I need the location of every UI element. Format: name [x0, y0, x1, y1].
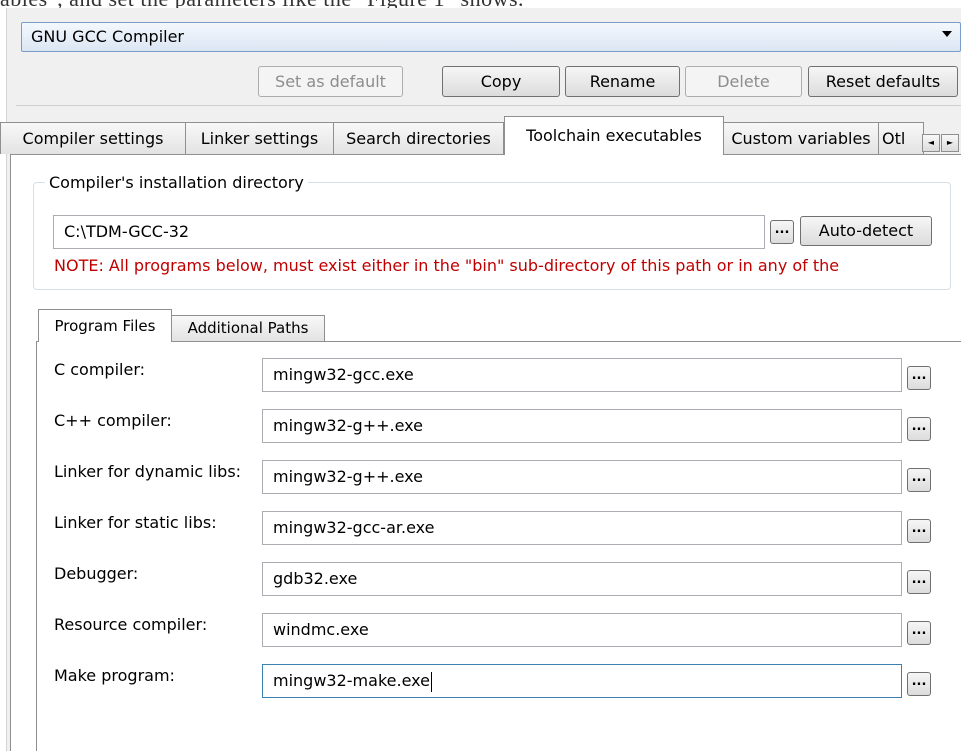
auto-detect-button[interactable]: Auto-detect [800, 216, 932, 246]
copy-button[interactable]: Copy [442, 66, 560, 97]
cpp-compiler-input[interactable]: mingw32-g++.exe [262, 409, 902, 443]
reset-defaults-button[interactable]: Reset defaults [808, 66, 958, 97]
delete-button[interactable]: Delete [685, 66, 802, 97]
tab-program-files[interactable]: Program Files [38, 309, 172, 342]
tab-scroll-left-icon[interactable]: ◄ [922, 134, 940, 152]
make-program-input[interactable]: mingw32-make.exe [262, 664, 902, 698]
rename-button[interactable]: Rename [565, 66, 680, 97]
browse-cpp-compiler-button[interactable]: ... [907, 417, 931, 441]
compiler-select-value: GNU GCC Compiler [31, 27, 185, 46]
make-program-label: Make program: [54, 666, 175, 685]
toolbar-separator [16, 105, 961, 106]
debugger-input[interactable]: gdb32.exe [262, 562, 902, 596]
tab-toolchain-executables[interactable]: Toolchain executables [504, 116, 724, 155]
tab-search-directories[interactable]: Search directories [333, 122, 504, 154]
install-note: NOTE: All programs below, must exist eit… [54, 256, 840, 275]
tab-custom-variables[interactable]: Custom variables [723, 122, 879, 154]
linker-dynamic-input[interactable]: mingw32-g++.exe [262, 460, 902, 494]
tab-additional-paths[interactable]: Additional Paths [171, 315, 325, 341]
debugger-label: Debugger: [54, 564, 139, 583]
linker-dynamic-label: Linker for dynamic libs: [54, 462, 242, 481]
linker-static-label: Linker for static libs: [54, 513, 217, 532]
make-program-value: mingw32-make.exe [273, 671, 430, 690]
c-compiler-input[interactable]: mingw32-gcc.exe [262, 358, 902, 392]
installation-directory-label: Compiler's installation directory [45, 172, 308, 194]
browse-debugger-button[interactable]: ... [907, 570, 931, 594]
c-compiler-label: C compiler: [54, 360, 146, 379]
resource-compiler-input[interactable]: windmc.exe [262, 613, 902, 647]
tab-scroll-right-icon[interactable]: ► [941, 134, 959, 152]
browse-linker-dynamic-button[interactable]: ... [907, 468, 931, 492]
browse-make-program-button[interactable]: ... [907, 672, 931, 696]
chevron-down-icon [942, 31, 952, 37]
browse-c-compiler-button[interactable]: ... [907, 366, 931, 390]
tab-compiler-settings[interactable]: Compiler settings [0, 122, 186, 154]
compiler-select[interactable]: GNU GCC Compiler [21, 22, 961, 52]
document-caption-fragment: ables", and set the parameters like the … [0, 0, 961, 8]
cpp-compiler-label: C++ compiler: [54, 411, 172, 430]
linker-static-input[interactable]: mingw32-gcc-ar.exe [262, 511, 902, 545]
browse-linker-static-button[interactable]: ... [907, 519, 931, 543]
tab-other-truncated[interactable]: Otl [878, 122, 924, 154]
browse-install-dir-button[interactable]: ... [770, 220, 794, 244]
text-caret [430, 671, 432, 692]
resource-compiler-label: Resource compiler: [54, 615, 208, 634]
browse-resource-compiler-button[interactable]: ... [907, 621, 931, 645]
set-as-default-button[interactable]: Set as default [258, 66, 403, 97]
installation-directory-input[interactable]: C:\TDM-GCC-32 [53, 215, 765, 249]
tab-linker-settings[interactable]: Linker settings [185, 122, 334, 154]
